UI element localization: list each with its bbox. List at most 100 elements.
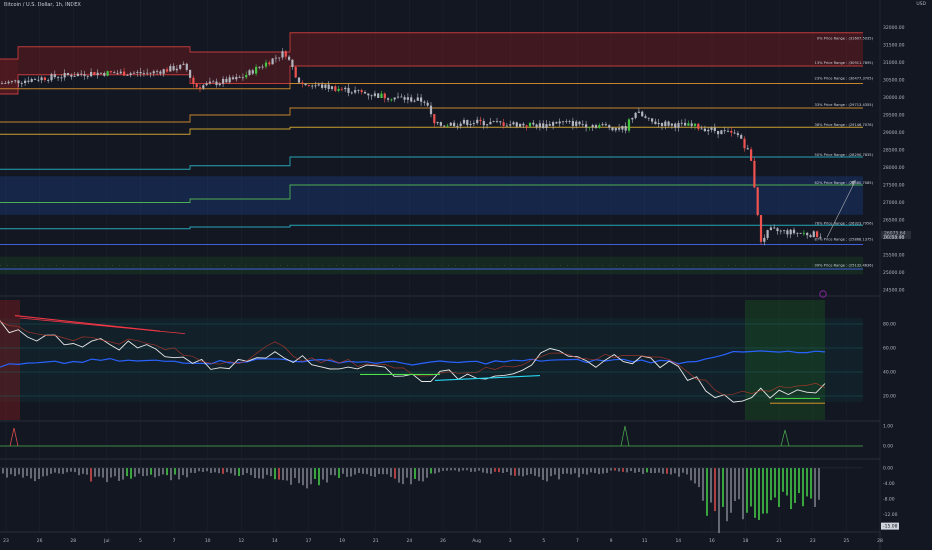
candle-body — [769, 227, 772, 231]
candle-body — [307, 85, 310, 86]
hist-bar — [206, 467, 208, 472]
hist-bar — [150, 467, 152, 475]
candle-body — [357, 90, 360, 91]
hist-bar — [86, 467, 88, 475]
candle-body — [53, 74, 56, 78]
price-tick: 27000.00 — [883, 200, 905, 206]
hist-bar — [446, 467, 448, 471]
candle-body — [278, 57, 281, 59]
candle-body — [212, 81, 215, 83]
hist-bar — [118, 467, 120, 481]
hist-bar — [654, 467, 656, 474]
candle-body — [132, 72, 136, 74]
time-tick: 19 — [339, 538, 345, 544]
candle-body — [337, 88, 340, 91]
trading-chart[interactable]: 0% Price Range : (31607.5035) 13% Price R… — [0, 0, 932, 550]
hist-bar — [718, 467, 720, 534]
candle-body — [228, 77, 231, 83]
level-line — [0, 156, 863, 170]
time-tick: 14 — [272, 538, 278, 544]
hist-bar — [378, 467, 380, 475]
hist-bar — [442, 467, 444, 471]
candle-body — [499, 121, 502, 123]
hist-bar — [542, 467, 544, 480]
candle-body — [469, 123, 472, 126]
hist-bar — [730, 467, 732, 513]
hist-bar — [2, 467, 4, 474]
candle-body — [311, 85, 314, 87]
hist-tick: -4.00 — [883, 481, 895, 487]
time-tick: 17 — [306, 538, 312, 544]
hist-bar — [606, 467, 608, 473]
hist-bar — [698, 467, 700, 488]
candle-body — [756, 187, 759, 216]
candle-body — [598, 125, 601, 128]
hist-bar — [106, 467, 108, 483]
hist-bar — [778, 467, 780, 508]
time-tick: 23 — [810, 538, 816, 544]
candle-body — [40, 77, 43, 81]
time-tick: 5 — [139, 538, 142, 544]
hist-bar — [182, 467, 184, 476]
hist-bar — [686, 467, 688, 475]
hist-bar — [74, 467, 76, 473]
candle-body — [390, 99, 393, 101]
candle-body — [604, 124, 607, 126]
candle-body — [684, 122, 687, 126]
hist-bar — [574, 467, 576, 474]
candle-body — [647, 117, 650, 119]
candle-body — [403, 97, 406, 100]
hist-bar — [626, 467, 628, 473]
candle-body — [43, 77, 46, 81]
hist-bar — [594, 467, 596, 474]
candle-body — [618, 128, 621, 130]
hist-bar — [390, 467, 392, 477]
candle-body — [400, 96, 403, 98]
candle-body — [578, 121, 581, 125]
candle-body — [433, 114, 436, 124]
hist-bar — [290, 467, 292, 485]
hist-bar — [802, 467, 804, 507]
candle-body — [57, 77, 60, 78]
hist-bar — [274, 467, 276, 480]
hist-bar — [618, 467, 620, 472]
hist-bar — [310, 467, 312, 485]
candle-body — [736, 133, 739, 136]
candle-body — [561, 121, 565, 123]
candle-body — [215, 81, 218, 86]
hist-bar — [798, 467, 800, 494]
hist-bar — [350, 467, 352, 477]
candle-body — [165, 69, 169, 72]
hist-bar — [226, 467, 228, 473]
hist-bar — [398, 467, 400, 483]
time-tick: 18 — [743, 538, 749, 544]
candle-body — [116, 73, 119, 74]
candle-body — [548, 124, 551, 126]
level-label: 62% Price Range : (27480.7085) — [815, 181, 874, 185]
candle-body — [476, 119, 479, 124]
candle-body — [690, 123, 693, 126]
candle-body — [816, 231, 819, 238]
hist-bar — [234, 467, 236, 476]
hist-bar — [430, 467, 432, 474]
time-tick: 21 — [373, 538, 379, 544]
hist-bar — [78, 467, 80, 476]
candle-body — [175, 68, 178, 71]
candle-body — [66, 72, 70, 75]
hist-bar — [266, 467, 268, 475]
candle-body — [545, 124, 548, 128]
candle-body — [495, 121, 499, 123]
candle-body — [4, 83, 7, 84]
candle-body — [750, 149, 753, 161]
hist-bar — [22, 467, 24, 478]
time-tick: 25 — [844, 538, 850, 544]
candle-body — [809, 235, 812, 238]
candle-body — [687, 123, 690, 126]
candle-body — [565, 120, 568, 122]
candle-body — [542, 123, 545, 128]
level-label: 87% Price Range : (25868.1375) — [815, 238, 874, 242]
hist-bar — [806, 467, 808, 497]
hist-bar — [490, 467, 492, 474]
hist-bar — [66, 467, 68, 473]
candle-body — [538, 123, 541, 128]
